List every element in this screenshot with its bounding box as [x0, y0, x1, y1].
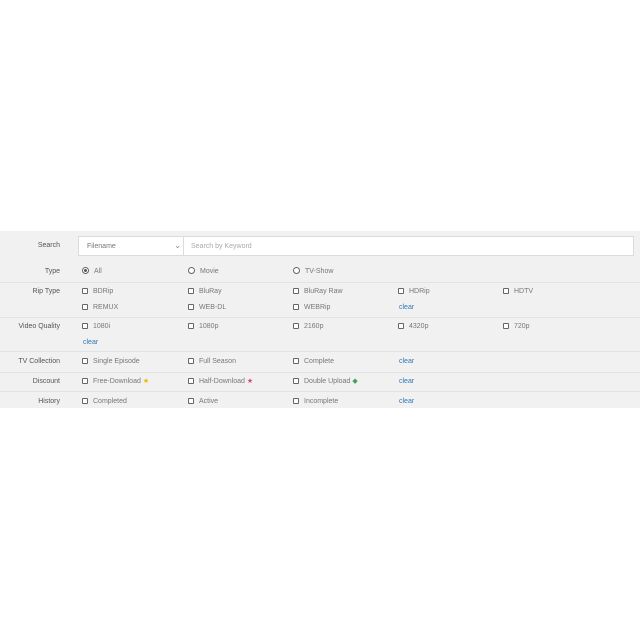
checkbox[interactable]: [82, 358, 88, 364]
checkbox[interactable]: [82, 378, 88, 384]
checkbox[interactable]: [503, 288, 509, 294]
type-option-movie[interactable]: Movie: [188, 267, 219, 275]
tv-collection-full-season[interactable]: Full Season: [188, 358, 236, 365]
rip-type-bdrip[interactable]: BDRip: [82, 288, 113, 295]
type-label: Type: [44, 268, 60, 275]
search-row: Search Filename ⌄ Search by Keyword: [0, 231, 640, 261]
history-active[interactable]: Active: [188, 398, 218, 405]
checkbox[interactable]: [82, 323, 88, 329]
radio-icon[interactable]: [293, 267, 300, 274]
rip-type-label: Rip Type: [32, 288, 61, 295]
search-field-value: Filename: [87, 243, 116, 250]
tv-collection-complete[interactable]: Complete: [293, 358, 334, 365]
video-quality-row: Video Quality 1080i 1080p 2160p 4320p 72…: [0, 318, 640, 350]
checkbox[interactable]: [293, 398, 299, 404]
checkbox[interactable]: [82, 398, 88, 404]
search-field-select[interactable]: Filename ⌄: [78, 236, 183, 256]
discount-label: Discount: [32, 378, 60, 385]
discount-half-download[interactable]: Half-Download ★: [188, 378, 253, 385]
checkbox[interactable]: [188, 398, 194, 404]
history-label: History: [38, 398, 60, 405]
diamond-icon: ◆: [352, 378, 358, 385]
history-completed[interactable]: Completed: [82, 398, 127, 405]
checkbox[interactable]: [293, 358, 299, 364]
checkbox[interactable]: [293, 323, 299, 329]
search-input[interactable]: Search by Keyword: [183, 236, 634, 256]
rip-type-hdrip[interactable]: HDRip: [398, 288, 430, 295]
rip-type-remux[interactable]: REMUX: [82, 304, 118, 311]
type-option-all[interactable]: All: [82, 267, 102, 275]
tv-collection-label: TV Collection: [18, 358, 60, 365]
rip-type-hdtv[interactable]: HDTV: [503, 288, 533, 295]
checkbox[interactable]: [188, 378, 194, 384]
video-quality-1080i[interactable]: 1080i: [82, 323, 110, 330]
checkbox[interactable]: [293, 378, 299, 384]
video-quality-clear-link[interactable]: clear: [83, 339, 98, 346]
history-row: History Completed Active Incomplete clea…: [0, 392, 640, 408]
search-placeholder: Search by Keyword: [191, 243, 252, 250]
star-icon: ★: [142, 378, 150, 385]
discount-row: Discount Free-Download ★ Half-Download ★ D…: [0, 373, 640, 391]
checkbox[interactable]: [82, 288, 88, 294]
chevron-down-icon: ⌄: [174, 241, 181, 250]
checkbox[interactable]: [188, 288, 194, 294]
tv-collection-row: TV Collection Single Episode Full Season…: [0, 352, 640, 372]
discount-clear-link[interactable]: clear: [399, 378, 414, 385]
tv-collection-clear-link[interactable]: clear: [399, 358, 414, 365]
history-incomplete[interactable]: Incomplete: [293, 398, 338, 405]
rip-type-bluray-raw[interactable]: BluRay Raw: [293, 288, 343, 295]
radio-selected-icon[interactable]: [82, 267, 89, 274]
checkbox[interactable]: [188, 304, 194, 310]
checkbox[interactable]: [82, 304, 88, 310]
video-quality-4320p[interactable]: 4320p: [398, 323, 428, 330]
radio-icon[interactable]: [188, 267, 195, 274]
checkbox[interactable]: [398, 323, 404, 329]
discount-free-download[interactable]: Free-Download ★: [82, 378, 149, 385]
video-quality-2160p[interactable]: 2160p: [293, 323, 323, 330]
checkbox[interactable]: [188, 323, 194, 329]
checkbox[interactable]: [293, 304, 299, 310]
video-quality-label: Video Quality: [18, 323, 60, 330]
search-label: Search: [37, 242, 60, 249]
checkbox[interactable]: [188, 358, 194, 364]
type-option-tv-show[interactable]: TV-Show: [293, 267, 333, 275]
history-clear-link[interactable]: clear: [399, 398, 414, 405]
type-row: Type All Movie TV-Show: [0, 261, 640, 281]
rip-type-webrip[interactable]: WEBRip: [293, 304, 330, 311]
discount-double-upload[interactable]: Double Upload ◆: [293, 378, 358, 385]
tv-collection-single-episode[interactable]: Single Episode: [82, 358, 140, 365]
video-quality-720p[interactable]: 720p: [503, 323, 530, 330]
rip-type-web-dl[interactable]: WEB-DL: [188, 304, 226, 311]
video-quality-1080p[interactable]: 1080p: [188, 323, 218, 330]
filter-panel: Search Filename ⌄ Search by Keyword Type…: [0, 231, 640, 408]
checkbox[interactable]: [293, 288, 299, 294]
rip-type-clear-link[interactable]: clear: [399, 304, 414, 311]
rip-type-bluray[interactable]: BluRay: [188, 288, 222, 295]
rip-type-row: Rip Type BDRip BluRay BluRay Raw HDRip H…: [0, 283, 640, 316]
half-star-icon: ★: [246, 378, 254, 385]
checkbox[interactable]: [398, 288, 404, 294]
checkbox[interactable]: [503, 323, 509, 329]
